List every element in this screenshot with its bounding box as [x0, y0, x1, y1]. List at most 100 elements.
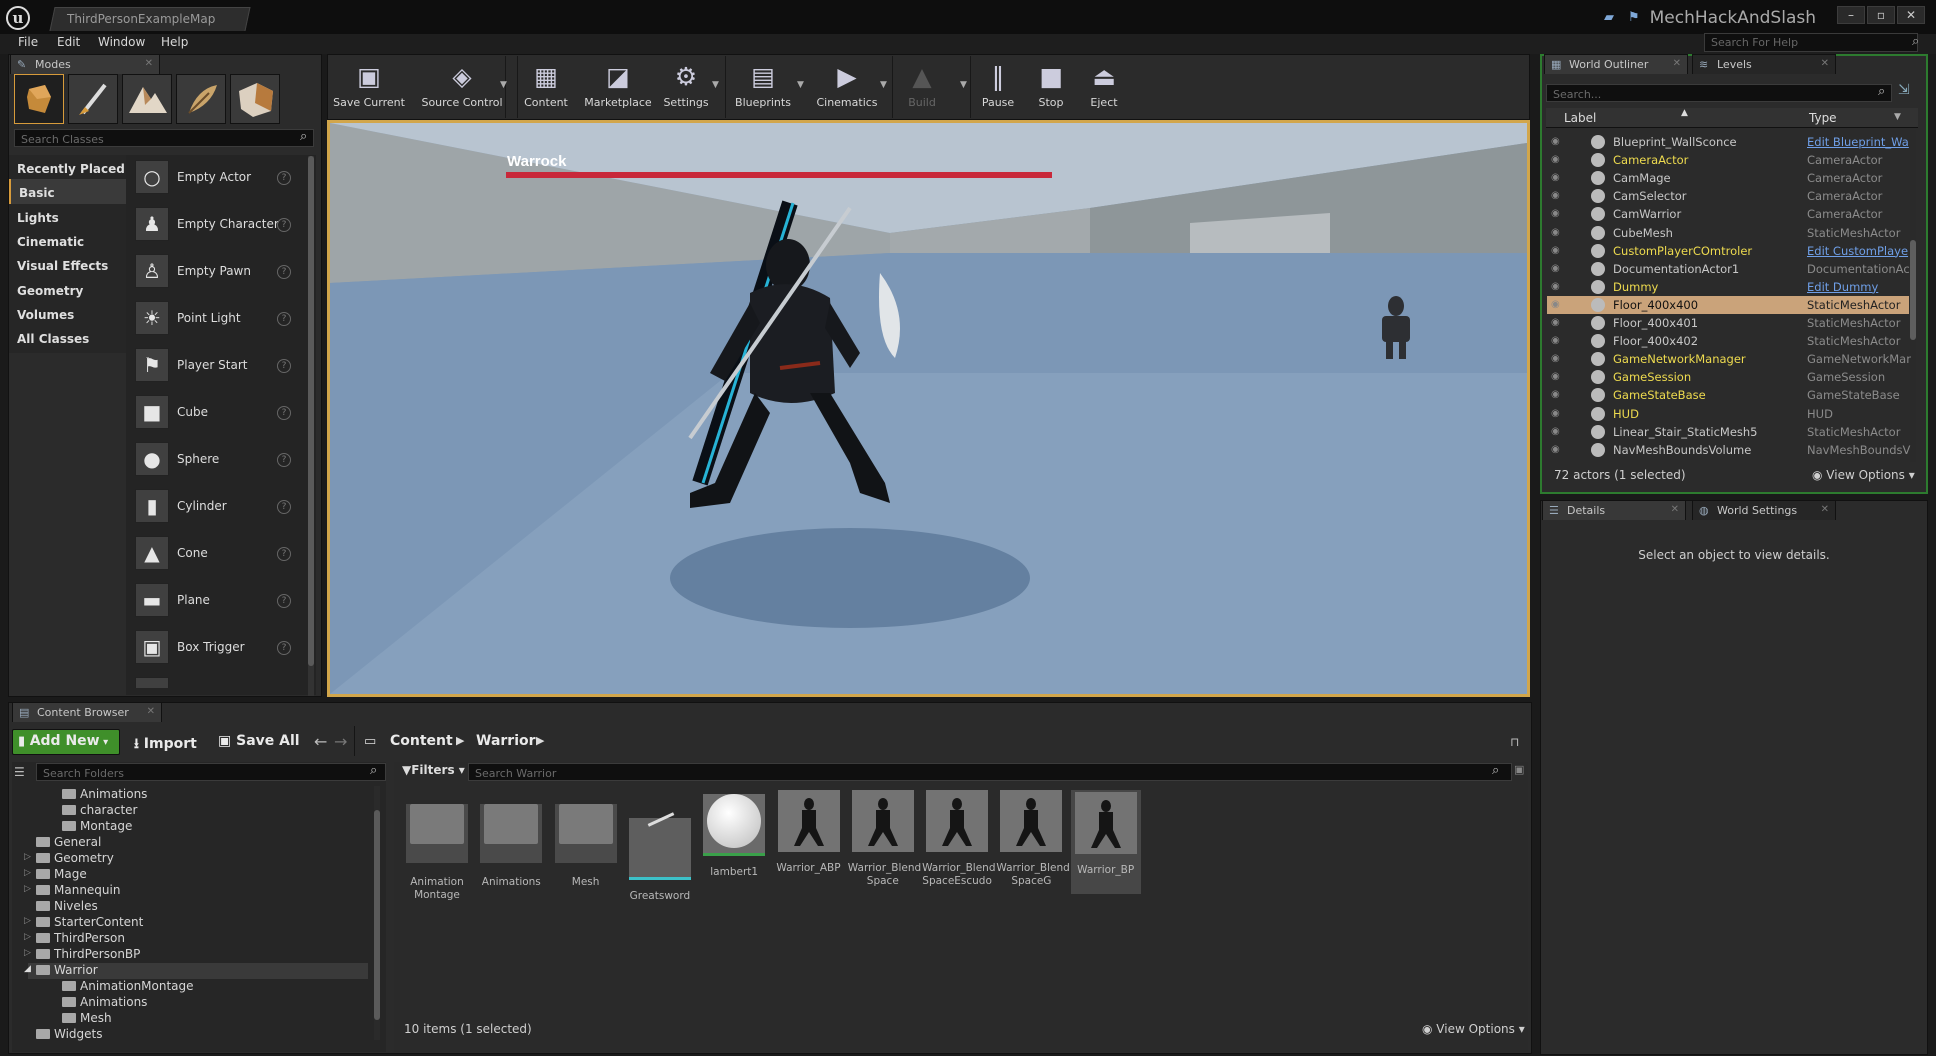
outliner-row[interactable]: ◉ Floor_400x402 StaticMeshActor [1547, 332, 1909, 350]
visibility-eye-icon[interactable]: ◉ [1551, 190, 1560, 201]
back-arrow-icon[interactable]: ← [314, 732, 327, 751]
folder-tree-item[interactable]: Niveles [28, 899, 368, 915]
collapse-arrow-icon[interactable]: ◢ [24, 964, 31, 974]
label-column-header[interactable]: Label [1564, 111, 1596, 125]
visibility-eye-icon[interactable]: ◉ [1551, 281, 1560, 292]
type-column-header[interactable]: Type [1809, 111, 1837, 125]
folder-tree-item[interactable]: General [28, 835, 368, 851]
menu-help[interactable]: Help [161, 35, 188, 49]
asset-tile[interactable]: Warrior_Blend Space [848, 790, 921, 888]
close-icon[interactable]: ✕ [145, 58, 153, 69]
category-basic[interactable]: Basic [9, 179, 126, 207]
outliner-row[interactable]: ◉ Floor_400x401 StaticMeshActor [1547, 314, 1909, 332]
breadcrumb-arrow-icon[interactable]: ▶ [456, 734, 464, 747]
unreal-logo-icon[interactable]: u [6, 6, 30, 30]
source-control-status-icon[interactable]: ⚑ [1628, 10, 1644, 25]
help-icon[interactable]: ? [277, 594, 291, 608]
place-item-sphere[interactable]: ● Sphere? [131, 437, 305, 483]
outliner-row-type[interactable]: Edit Dummy [1807, 280, 1911, 294]
visibility-eye-icon[interactable]: ◉ [1551, 245, 1560, 256]
outliner-row[interactable]: ◉ Linear_Stair_StaticMesh5 StaticMeshActor [1547, 423, 1909, 441]
outliner-row-type[interactable]: Edit CustomPlaye [1807, 244, 1911, 258]
help-icon[interactable]: ? [277, 547, 291, 561]
notification-icon[interactable]: ▰ [1604, 10, 1620, 25]
help-icon[interactable]: ? [277, 265, 291, 279]
folder-tree-scrollbar[interactable] [374, 786, 380, 1040]
category-visual-effects[interactable]: Visual Effects [9, 252, 126, 280]
breadcrumb-warrior[interactable]: Warrior [476, 733, 536, 757]
folder-tree-item[interactable]: ▷ Geometry [24, 851, 368, 867]
expand-arrow-icon[interactable]: ▷ [24, 884, 31, 894]
visibility-eye-icon[interactable]: ◉ [1551, 426, 1560, 437]
maximize-button[interactable]: ▫ [1867, 6, 1895, 24]
outliner-row[interactable]: ◉ Blueprint_WallSconce Edit Blueprint_Wa [1547, 133, 1909, 151]
visibility-eye-icon[interactable]: ◉ [1551, 208, 1560, 219]
asset-tile[interactable]: Warrior_BP [1070, 790, 1141, 894]
toolbar-blueprints-button[interactable]: ▤ Blueprints [723, 56, 803, 118]
outliner-row[interactable]: ◉ GameNetworkManager GameNetworkMan [1547, 350, 1911, 368]
search-assets-input[interactable]: Search Warrior [468, 763, 1512, 781]
close-icon[interactable]: ✕ [1821, 58, 1829, 69]
outliner-row[interactable]: ◉ CubeMesh StaticMeshActor [1547, 224, 1909, 242]
toolbar-pause-button[interactable]: ‖ Pause [970, 56, 1026, 118]
toolbar-cinematics-button[interactable]: ▶ Cinematics [807, 56, 887, 118]
help-icon[interactable]: ? [277, 359, 291, 373]
category-all-classes[interactable]: All Classes [9, 325, 126, 353]
expand-arrow-icon[interactable]: ▷ [24, 916, 31, 926]
asset-tile[interactable]: Warrior_ABP [774, 790, 844, 875]
folder-tree-item[interactable]: ▷ Mannequin [24, 883, 368, 899]
import-button[interactable]: ⭳ Import [134, 733, 197, 757]
folder-tree-item[interactable]: AnimationMontage [28, 979, 368, 995]
chevron-down-icon[interactable]: ▼ [712, 80, 719, 90]
folder-tree-item[interactable]: ▷ ThirdPerson [24, 931, 368, 947]
lock-icon[interactable]: ⊓ [1510, 735, 1519, 749]
outliner-row[interactable]: ◉ DocumentationActor1 DocumentationAc [1547, 260, 1910, 278]
outliner-view-options[interactable]: ◉ View Options ▾ [1812, 468, 1915, 482]
search-classes-input[interactable]: Search Classes [14, 129, 314, 147]
forward-arrow-icon[interactable]: → [334, 732, 347, 751]
asset-tile[interactable]: lambert1 [699, 790, 769, 879]
expand-arrow-icon[interactable]: ▷ [24, 852, 31, 862]
menu-window[interactable]: Window [98, 35, 145, 49]
chevron-down-icon[interactable]: ▼ [797, 80, 804, 90]
help-icon[interactable]: ? [277, 641, 291, 655]
help-icon[interactable]: ? [277, 312, 291, 326]
details-tab[interactable]: ☰ Details ✕ [1542, 500, 1686, 520]
breadcrumb-content[interactable]: Content [390, 733, 453, 757]
help-search-input[interactable]: Search For Help [1704, 33, 1918, 52]
toolbar-source-control-button[interactable]: ◈ Source Control [412, 56, 512, 118]
place-item-point-light[interactable]: ☀ Point Light? [131, 296, 305, 342]
save-all-button[interactable]: ▣ Save All [218, 733, 300, 757]
paint-mode-button[interactable] [68, 74, 118, 124]
help-icon[interactable]: ? [277, 453, 291, 467]
expand-arrow-icon[interactable]: ▷ [24, 868, 31, 878]
outliner-row[interactable]: ◉ NavMeshBoundsVolume NavMeshBoundsV [1547, 441, 1910, 459]
outliner-row[interactable]: ◉ Floor_400x400 StaticMeshActor [1547, 295, 1909, 314]
levels-tab[interactable]: ≋ Levels ✕ [1692, 54, 1836, 74]
visibility-eye-icon[interactable]: ◉ [1551, 154, 1560, 165]
geometry-mode-button[interactable] [230, 74, 280, 124]
level-tab[interactable]: ThirdPersonExampleMap [49, 7, 251, 31]
filters-button[interactable]: ▼Filters ▾ [402, 763, 465, 777]
visibility-eye-icon[interactable]: ◉ [1551, 353, 1560, 364]
world-outliner-tab[interactable]: ▦ World Outliner ✕ [1544, 54, 1688, 74]
visibility-eye-icon[interactable]: ◉ [1551, 317, 1560, 328]
folder-tree-item[interactable]: Animations [28, 787, 368, 803]
modes-tab[interactable]: ✎ Modes ✕ [10, 54, 160, 74]
visibility-eye-icon[interactable]: ◉ [1551, 389, 1560, 400]
asset-tile[interactable]: Animation Montage [402, 790, 472, 902]
help-icon[interactable]: ? [277, 406, 291, 420]
help-icon[interactable]: ? [277, 218, 291, 232]
outliner-row[interactable]: ◉ GameSession GameSession [1547, 368, 1909, 386]
folder-tree-item[interactable]: ▷ Mage [24, 867, 368, 883]
expand-arrow-icon[interactable]: ▷ [24, 948, 31, 958]
close-icon[interactable]: ✕ [147, 706, 155, 717]
folder-tree-item[interactable]: ◢ Warrior [24, 963, 368, 979]
collapse-sources-icon[interactable]: ☰ [14, 765, 25, 779]
content-browser-tab[interactable]: ▤ Content Browser ✕ [12, 702, 162, 722]
outliner-row-type[interactable]: Edit Blueprint_Wa [1807, 135, 1911, 149]
visibility-eye-icon[interactable]: ◉ [1551, 172, 1560, 183]
visibility-eye-icon[interactable]: ◉ [1551, 299, 1560, 310]
expand-arrow-icon[interactable]: ▷ [24, 932, 31, 942]
breadcrumb-arrow-icon[interactable]: ▶ [536, 734, 544, 747]
